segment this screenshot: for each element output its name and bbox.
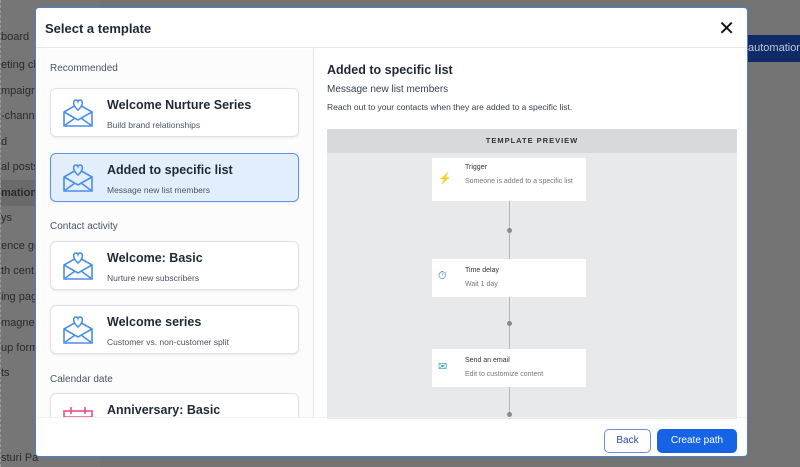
step-title: Send an email — [465, 357, 510, 364]
template-list[interactable]: Recommended Welcome Nurture Series Build… — [36, 49, 314, 417]
stopwatch-icon: ⏱ — [438, 270, 447, 282]
template-title: Welcome Nurture Series — [107, 98, 252, 112]
template-subtitle: Build brand relationships — [107, 120, 201, 130]
step-trigger[interactable]: ⚡ Trigger Someone is added to a specific… — [432, 158, 586, 201]
preview-header: TEMPLATE PREVIEW — [327, 129, 737, 153]
template-card-anniversary-basic[interactable]: Anniversary: Basic — [50, 393, 299, 417]
bg-nav-item: board — [1, 31, 30, 43]
envelope-heart-icon — [63, 316, 93, 344]
bg-nav-item: eting ch — [1, 59, 40, 71]
envelope-heart-icon — [63, 164, 93, 192]
template-title: Welcome series — [107, 315, 202, 329]
bg-nav-item: ing pag — [1, 291, 38, 303]
template-preview[interactable]: TEMPLATE PREVIEW ⚡ Trigger Someone is ad… — [327, 129, 737, 419]
template-card-welcome-basic[interactable]: Welcome: Basic Nurture new subscribers — [50, 241, 299, 290]
lightning-icon: ⚡ — [438, 173, 452, 185]
envelope-heart-icon — [63, 99, 93, 127]
template-detail: Added to specific list Message new list … — [314, 49, 747, 419]
template-card-welcome-nurture-series[interactable]: Welcome Nurture Series Build brand relat… — [50, 88, 299, 137]
template-subtitle: Message new list members — [107, 185, 210, 195]
bg-nav-item: magne — [1, 317, 35, 329]
detail-description: Reach out to your contacts when they are… — [327, 102, 573, 112]
template-title: Anniversary: Basic — [107, 403, 221, 417]
detail-subtitle: Message new list members — [327, 84, 449, 95]
step-title: Time delay — [465, 267, 499, 274]
modal-header: Select a template ✕ — [36, 8, 747, 48]
detail-title: Added to specific list — [327, 63, 453, 77]
select-template-modal: Select a template ✕ Recommended Welcome … — [35, 7, 748, 457]
modal-title: Select a template — [45, 21, 152, 36]
bg-nav-item: up form — [1, 342, 39, 354]
template-card-welcome-series[interactable]: Welcome series Customer vs. non-customer… — [50, 305, 299, 354]
bg-nav-item: al posts — [1, 161, 39, 173]
modal-footer: Back Create path — [36, 417, 747, 456]
calendar-icon — [63, 407, 93, 417]
envelope-heart-icon — [63, 252, 93, 280]
template-subtitle: Nurture new subscribers — [107, 273, 200, 283]
template-title: Added to specific list — [107, 163, 233, 177]
bg-nav-item: sturi Pa — [1, 452, 39, 464]
close-icon[interactable]: ✕ — [718, 16, 735, 41]
template-title: Welcome: Basic — [107, 251, 203, 265]
section-label: Recommended — [50, 63, 118, 74]
step-subtitle: Someone is added to a specific list — [465, 178, 573, 185]
section-label: Calendar date — [50, 374, 113, 385]
bg-nav-item: ys — [1, 212, 12, 224]
email-icon: ✉ — [438, 361, 448, 373]
bg-nav-item: ts — [1, 367, 10, 379]
bg-nav-item: mpaign — [1, 85, 38, 97]
bg-nav-item: d — [1, 136, 8, 148]
connector-dot — [507, 228, 512, 233]
bg-automation-button: automation — [748, 35, 800, 62]
step-time-delay[interactable]: ⏱ Time delay Wait 1 day — [432, 259, 586, 297]
step-title: Trigger — [465, 164, 487, 171]
connector-dot — [507, 321, 512, 326]
section-label: Contact activity — [50, 221, 118, 232]
bg-nav-item: th cent — [1, 265, 35, 277]
template-card-added-to-specific-list[interactable]: Added to specific list Message new list … — [50, 153, 299, 202]
create-path-button[interactable]: Create path — [657, 429, 737, 453]
bg-nav-item: ence gr — [1, 240, 38, 252]
step-subtitle: Wait 1 day — [465, 281, 498, 288]
back-button[interactable]: Back — [604, 429, 651, 453]
step-subtitle: Edit to customize content — [465, 371, 544, 378]
step-send-email[interactable]: ✉ Send an email Edit to customize conten… — [432, 349, 586, 387]
template-subtitle: Customer vs. non-customer split — [107, 337, 229, 347]
